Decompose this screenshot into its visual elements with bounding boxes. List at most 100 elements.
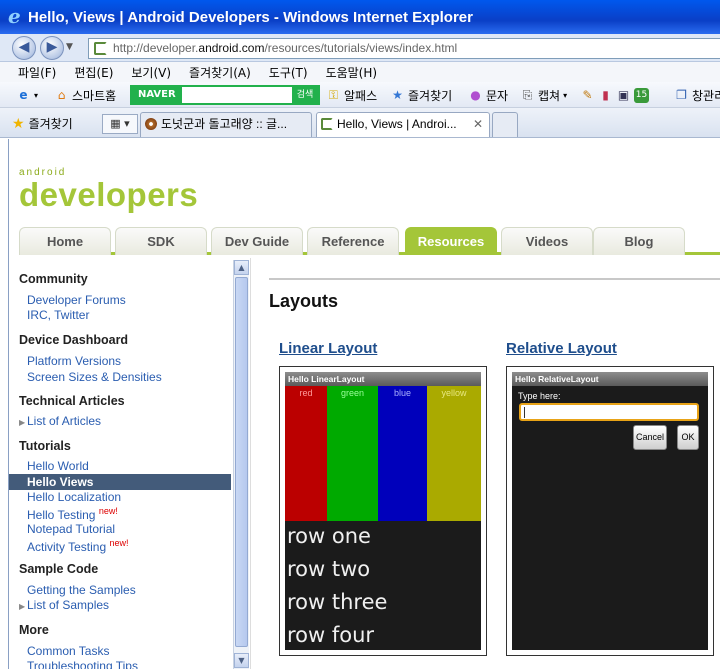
address-prefix: http://developer.	[113, 41, 199, 55]
forward-button[interactable]: ▶	[40, 36, 64, 60]
hello-testing-label: Hello Testing	[27, 508, 96, 522]
ok-button: OK	[677, 425, 699, 450]
scroll-thumb[interactable]	[235, 277, 248, 647]
save-icon[interactable]: ▣	[616, 88, 631, 103]
sidebar-heading-device-dashboard: Device Dashboard	[19, 333, 129, 347]
sidebar-item-troubleshooting[interactable]: Troubleshooting Tips	[27, 659, 138, 669]
nav-tab-blog[interactable]: Blog	[593, 227, 685, 255]
new-window-button[interactable]: ❐ 창관리	[674, 86, 720, 104]
tab-hello-views-label: Hello, Views | Androi...	[337, 117, 457, 131]
page-title: Layouts	[269, 291, 339, 311]
sidebar-item-developer-forums[interactable]: Developer Forums	[27, 293, 126, 307]
expand-arrow-icon[interactable]: ▶	[19, 602, 25, 611]
column-red: red	[285, 386, 327, 521]
page-icon	[94, 42, 107, 55]
nav-tab-videos[interactable]: Videos	[501, 227, 593, 255]
favorites-toolbar-button[interactable]: ★ 즐겨찾기	[390, 86, 452, 104]
relative-screen-title: Hello RelativeLayout	[512, 372, 708, 386]
alpass-label: 알패스	[344, 88, 378, 103]
address-row: ◀ ▶ ▼ http://developer.android.com/resou…	[0, 34, 720, 62]
sms-button[interactable]: ● 문자	[468, 86, 508, 104]
capture-button[interactable]: ⎘ 캡쳐 ▾	[520, 86, 567, 104]
nav-tab-dev-guide[interactable]: Dev Guide	[211, 227, 303, 255]
expand-arrow-icon[interactable]: ▶	[19, 418, 25, 427]
new-badge: new!	[98, 506, 118, 516]
menu-file[interactable]: 파일(F)	[18, 64, 56, 81]
ie-window: e Hello, Views | Android Developers - Wi…	[0, 0, 720, 669]
sidebar-item-hello-testing[interactable]: Hello Testing new!	[27, 506, 118, 522]
history-dropdown-icon[interactable]: ▼	[66, 42, 73, 52]
sidebar-item-activity-testing[interactable]: Activity Testing new!	[27, 538, 129, 554]
sidebar-item-hello-world[interactable]: Hello World	[27, 459, 89, 473]
android-developers-logo[interactable]: android developers	[19, 167, 198, 214]
menu-edit[interactable]: 편집(E)	[74, 64, 113, 81]
command-toolbar: e ▾ ⌂ 스마트홈 NAVER 검색 ⚿ 알패스 ★ 즐겨찾기 ● 문자 ⎘ 캡…	[0, 82, 720, 108]
row-four: row four	[287, 623, 375, 647]
menu-tools[interactable]: 도구(T)	[269, 64, 308, 81]
title-bar: e Hello, Views | Android Developers - Wi…	[0, 0, 720, 34]
menu-view[interactable]: 보기(V)	[131, 64, 171, 81]
column-blue: blue	[378, 386, 427, 521]
sidebar-item-screen-sizes[interactable]: Screen Sizes & Densities	[27, 370, 162, 384]
ie-menu-button[interactable]: e ▾	[16, 86, 38, 104]
linear-phone-screen: Hello LinearLayout red green blue yellow…	[285, 372, 481, 650]
sidebar-item-hello-views[interactable]: Hello Views	[27, 475, 93, 489]
key-icon: ⚿	[328, 87, 339, 102]
window-icon: ❐	[676, 87, 687, 102]
favorites-button[interactable]: ★ 즐겨찾기	[12, 115, 73, 132]
sidebar-item-list-of-samples[interactable]: List of Samples	[27, 598, 109, 612]
back-button[interactable]: ◀	[12, 36, 36, 60]
broom-icon[interactable]: ✎	[580, 88, 595, 103]
nav-tab-home[interactable]: Home	[19, 227, 111, 255]
sidebar-heading-technical-articles: Technical Articles	[19, 394, 125, 408]
row-three: row three	[287, 590, 388, 614]
sidebar-item-getting-samples[interactable]: Getting the Samples	[27, 583, 136, 597]
scroll-down-icon[interactable]: ▼	[234, 653, 249, 668]
sidebar-item-hello-localization[interactable]: Hello Localization	[27, 490, 121, 504]
linear-layout-link[interactable]: Linear Layout	[279, 340, 377, 357]
new-badge: new!	[109, 538, 129, 548]
menu-help[interactable]: 도움말(H)	[326, 64, 378, 81]
menu-bar: 파일(F) 편집(E) 보기(V) 즐겨찾기(A) 도구(T) 도움말(H)	[0, 62, 720, 82]
page-tab-icon	[321, 118, 333, 130]
sidebar: Community Developer Forums IRC, Twitter …	[9, 258, 251, 669]
nav-tab-resources[interactable]: Resources	[405, 227, 497, 255]
relative-layout-screenshot[interactable]: Hello RelativeLayout Type here: Cancel O…	[506, 366, 714, 656]
calendar-icon[interactable]: 15	[634, 87, 649, 103]
type-here-input	[519, 403, 699, 421]
sidebar-item-irc-twitter[interactable]: IRC, Twitter	[27, 308, 89, 322]
nav-tab-reference[interactable]: Reference	[307, 227, 399, 255]
menu-favorites[interactable]: 즐겨찾기(A)	[189, 64, 251, 81]
sidebar-scrollbar[interactable]: ▲ ▼	[233, 260, 249, 669]
type-here-label: Type here:	[518, 391, 561, 401]
home-icon: ⌂	[57, 87, 66, 102]
donut-icon	[145, 118, 157, 130]
close-tab-icon[interactable]: ✕	[473, 113, 483, 136]
alpass-button[interactable]: ⚿ 알패스	[326, 86, 377, 104]
new-tab-button[interactable]	[492, 112, 518, 137]
sidebar-item-common-tasks[interactable]: Common Tasks	[27, 644, 109, 658]
favorites-label: 즐겨찾기	[28, 117, 73, 131]
book-icon[interactable]: ▮	[598, 88, 613, 103]
address-host: android.com	[198, 41, 265, 55]
naver-search-button[interactable]: 검색	[292, 87, 318, 103]
linear-layout-screenshot[interactable]: Hello LinearLayout red green blue yellow…	[279, 366, 487, 656]
sidebar-item-notepad-tutorial[interactable]: Notepad Tutorial	[27, 522, 115, 536]
tab-donut-label: 도넛군과 돌고래양 :: 글...	[161, 117, 288, 131]
scroll-up-icon[interactable]: ▲	[234, 260, 249, 275]
quick-tabs-button[interactable]: ▦ ▾	[102, 114, 138, 134]
activity-testing-label: Activity Testing	[27, 540, 107, 554]
sidebar-item-list-of-articles[interactable]: List of Articles	[27, 414, 101, 428]
nav-tab-sdk[interactable]: SDK	[115, 227, 207, 255]
favorites-star-icon: ★	[12, 115, 25, 132]
tab-donut-blog[interactable]: 도넛군과 돌고래양 :: 글...	[140, 112, 312, 137]
tab-hello-views[interactable]: Hello, Views | Androi... ✕	[316, 112, 490, 137]
address-bar[interactable]: http://developer.android.com/resources/t…	[88, 38, 720, 59]
tab-bar: ★ 즐겨찾기 ▦ ▾ 도넛군과 돌고래양 :: 글... Hello, View…	[0, 108, 720, 138]
sidebar-item-platform-versions[interactable]: Platform Versions	[27, 354, 121, 368]
relative-layout-link[interactable]: Relative Layout	[506, 340, 617, 357]
address-path: /resources/tutorials/views/index.html	[264, 41, 458, 55]
smart-home-button[interactable]: ⌂ 스마트홈	[54, 86, 116, 104]
ie-icon: e	[19, 87, 28, 102]
naver-search-box[interactable]: NAVER 검색	[130, 85, 320, 105]
